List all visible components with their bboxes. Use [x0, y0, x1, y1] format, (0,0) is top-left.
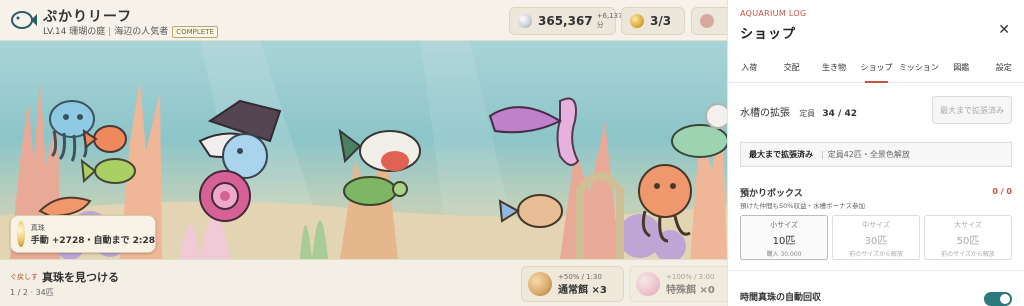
capacity-value: 34 / 42 — [822, 109, 857, 119]
food-meta: +50% / 1:30 — [558, 272, 602, 281]
size-capacity: 50匹 — [956, 236, 980, 247]
shop-panel: AQUARIUM LOG ショップ ✕ 入荷 交配 生き物 ショップ ミッション… — [727, 0, 1024, 306]
divider — [728, 270, 1024, 271]
storage-desc: 預けた仲間も50%収益・水槽ボーナス参加 — [740, 202, 865, 210]
coin-icon — [518, 14, 532, 28]
top-bar: ぷかりリーフ LV.14 珊瑚の庭 海辺の人気者 COMPLETE 365,367 … — [0, 0, 727, 41]
size-large-button[interactable]: 大サイズ 50匹 前のサイズから解放 — [924, 215, 1012, 260]
size-medium-button[interactable]: 中サイズ 30匹 前のサイズから解放 — [832, 215, 920, 260]
coin-value: 365,367 — [538, 14, 593, 28]
fish-logo-icon — [11, 11, 37, 29]
fish-counter: 3/3 — [621, 7, 685, 35]
pearl-card[interactable]: 真珠 手動 +2728・自動まで 2:28 — [10, 215, 156, 253]
food-special-button[interactable]: +100% / 3:00 特殊餌 ×0 — [629, 266, 727, 302]
level-line: LV.14 珊瑚の庭 海辺の人気者 COMPLETE — [43, 24, 218, 38]
storage-count: 0 / 0 — [992, 187, 1012, 196]
fish-value: 3/3 — [650, 14, 672, 28]
bottom-bar: ぐ戻しす 真珠を見つける 1 / 2 · 34匹 +50% / 1:30 通常餌… — [0, 259, 727, 306]
extra-counter[interactable] — [691, 7, 727, 35]
max-expanded-desc: 定員42匹・全景色解放 — [827, 150, 910, 159]
size-price: 前のサイズから解放 — [849, 251, 903, 258]
size-name: 大サイズ — [954, 221, 982, 229]
size-price: 前のサイズから解放 — [941, 251, 995, 258]
expand-button[interactable]: 最大まで拡張済み — [932, 96, 1012, 124]
pearl-value: 手動 +2728・自動まで 2:28 — [30, 235, 155, 246]
rank-text: 海辺の人気者 — [114, 27, 169, 37]
storage-sizes: 小サイズ 10匹 購入 30,000 中サイズ 30匹 前のサイズから解放 大サ… — [740, 215, 1012, 260]
app-title: ぷかりリーフ — [43, 9, 133, 25]
max-expanded-box: 最大まで拡張済み | 定員42匹・全景色解放 — [740, 142, 1012, 167]
tab-missions[interactable]: ミッション — [898, 57, 940, 82]
goal-title: 真珠を見つける — [42, 271, 119, 284]
app-root: ぷかりリーフ LV.14 珊瑚の庭 海辺の人気者 COMPLETE 365,367 … — [0, 0, 1024, 306]
complete-badge: COMPLETE — [172, 26, 218, 38]
tab-creatures[interactable]: 生き物 — [813, 57, 855, 82]
capacity-label: 定員 — [799, 109, 816, 118]
auto-collect-toggle[interactable] — [984, 292, 1012, 306]
tank-expand-label: 水槽の拡張 — [740, 108, 790, 119]
normal-food-icon — [528, 272, 552, 296]
level-text: LV.14 珊瑚の庭 — [43, 27, 106, 37]
size-capacity: 30匹 — [864, 236, 888, 247]
size-small-button[interactable]: 小サイズ 10匹 購入 30,000 — [740, 215, 828, 260]
shell-icon — [700, 14, 714, 28]
panel-tabs: 入荷 交配 生き物 ショップ ミッション 図鑑 設定 — [728, 57, 1024, 83]
coin-counter: 365,367 +6,137/分 — [509, 7, 625, 35]
size-price: 購入 30,000 — [766, 251, 802, 258]
tank-expand-title: 水槽の拡張 定員 34 / 42 — [740, 104, 857, 119]
max-expanded-title: 最大まで拡張済み — [749, 150, 813, 159]
food-normal-button[interactable]: +50% / 1:30 通常餌 ×3 — [521, 266, 624, 302]
size-name: 中サイズ — [862, 221, 890, 229]
food-name: 特殊餌 ×0 — [666, 284, 715, 296]
food-meta: +100% / 3:00 — [666, 272, 715, 281]
pearl-label: 真珠 — [30, 223, 45, 232]
goal-progress: 1 / 2 · 34匹 — [10, 288, 54, 297]
size-name: 小サイズ — [770, 221, 798, 229]
tab-arrivals[interactable]: 入荷 — [728, 57, 770, 82]
tab-breeding[interactable]: 交配 — [770, 57, 812, 82]
auto-collect-title: 時間真珠の自動回収 — [740, 293, 822, 303]
goal-back-link[interactable]: ぐ戻しす — [10, 272, 38, 282]
size-capacity: 10匹 — [772, 236, 796, 247]
panel-title: ショップ — [740, 27, 797, 42]
special-food-icon — [636, 272, 660, 296]
close-icon[interactable]: ✕ — [998, 22, 1010, 38]
food-name: 通常餌 ×3 — [558, 284, 607, 296]
gold-coin-icon — [630, 14, 644, 28]
panel-kicker: AQUARIUM LOG — [740, 9, 807, 18]
tab-settings[interactable]: 設定 — [983, 57, 1024, 82]
pearl-icon — [17, 221, 25, 247]
storage-title: 預かりボックス — [740, 189, 803, 199]
tab-encyclopedia[interactable]: 図鑑 — [940, 57, 982, 82]
tab-shop[interactable]: ショップ — [855, 57, 897, 83]
